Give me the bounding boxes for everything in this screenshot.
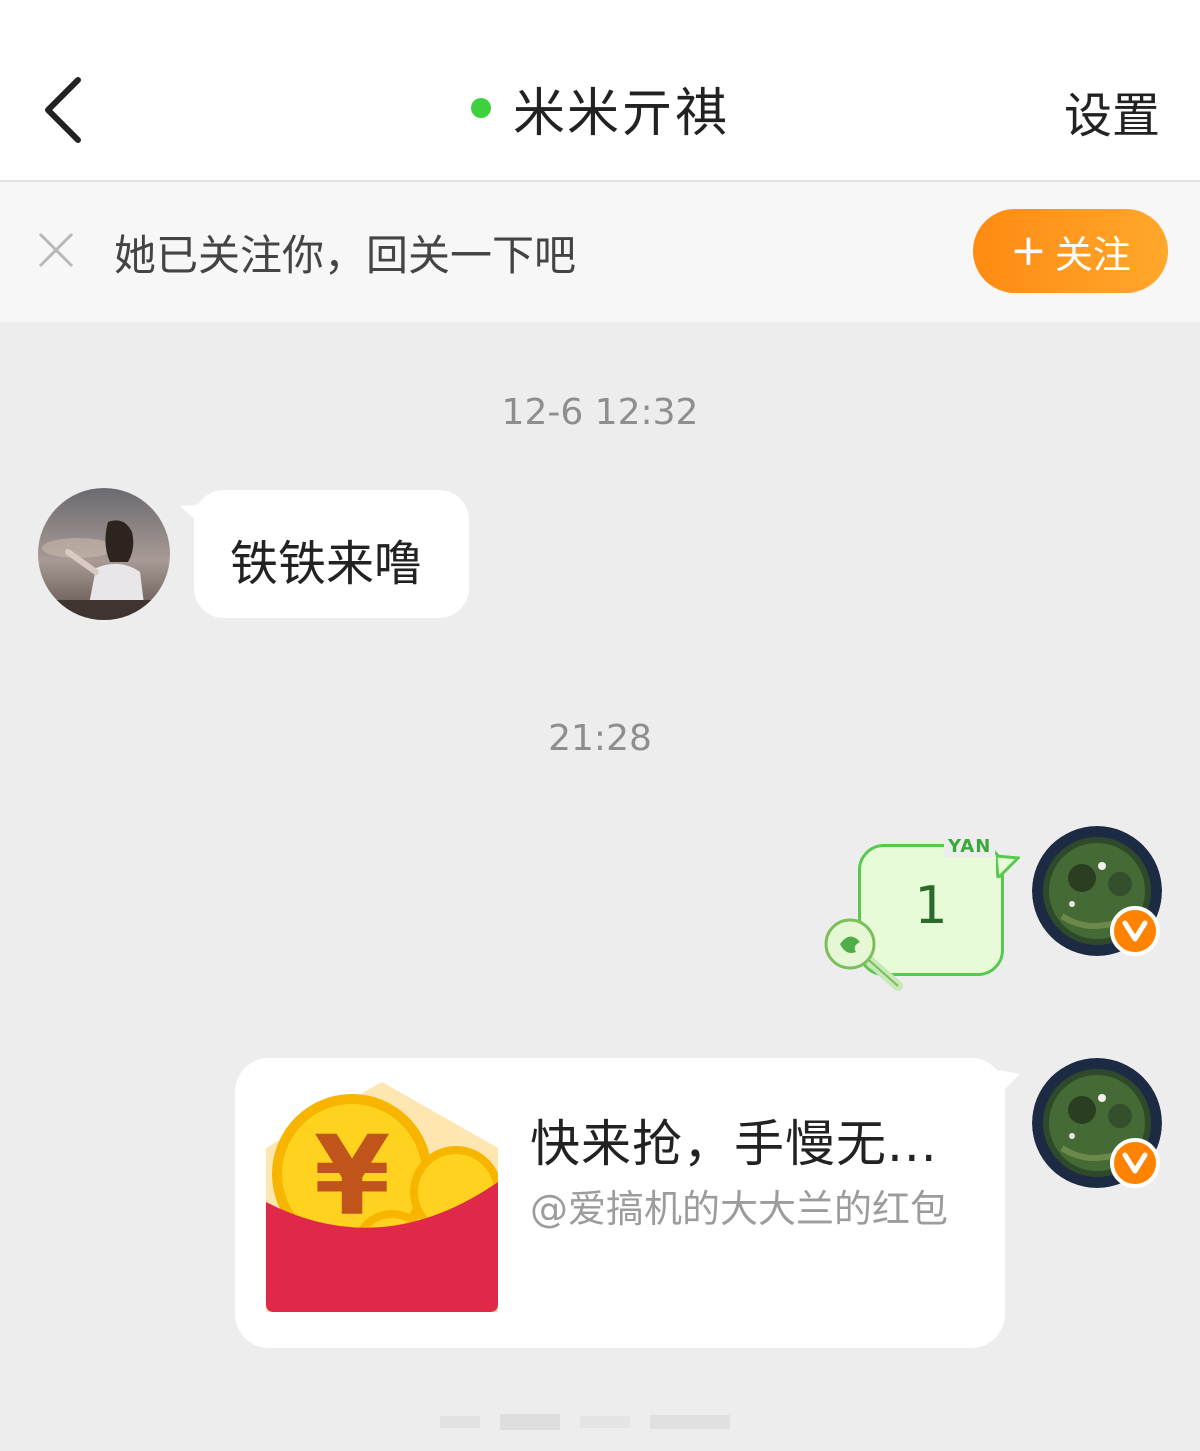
- bubble-tail: [998, 1070, 1020, 1094]
- verified-v-badge-icon: [1110, 1138, 1160, 1188]
- close-icon: [38, 232, 74, 268]
- message-timestamp: 12-6 12:32: [501, 392, 699, 433]
- contact-avatar-photo: [38, 488, 170, 620]
- chat-title-area: 米米亓祺: [0, 72, 1200, 144]
- settings-button[interactable]: 设置: [1064, 76, 1160, 146]
- verified-v-badge-icon: [1110, 906, 1160, 956]
- follow-back-text: 她已关注你，回关一下吧: [114, 231, 577, 280]
- message-timestamp: 21:28: [548, 718, 652, 759]
- contact-avatar[interactable]: [38, 488, 170, 620]
- lollipop-sticker-icon: [824, 918, 903, 991]
- sticker-tag-label: YAN: [944, 836, 996, 857]
- faint-text-artifact: [440, 1414, 730, 1430]
- bubble-tail: [996, 854, 1020, 878]
- chat-title: 米米亓祺: [512, 83, 729, 144]
- bubble-tail: [180, 504, 202, 526]
- incoming-message-text: 铁铁来噜: [230, 536, 423, 592]
- follow-button[interactable]: + 关注: [973, 209, 1168, 293]
- follow-button-label: 关注: [1054, 232, 1131, 277]
- dismiss-banner-button[interactable]: [36, 230, 76, 270]
- online-status-dot: [470, 98, 491, 118]
- red-packet-title: 快来抢，手慢无...: [530, 1115, 938, 1173]
- plus-icon: +: [1010, 225, 1047, 276]
- red-packet-subtitle: @爱搞机的大大兰的红包: [530, 1187, 949, 1231]
- red-envelope-icon: ¥: [266, 1082, 498, 1312]
